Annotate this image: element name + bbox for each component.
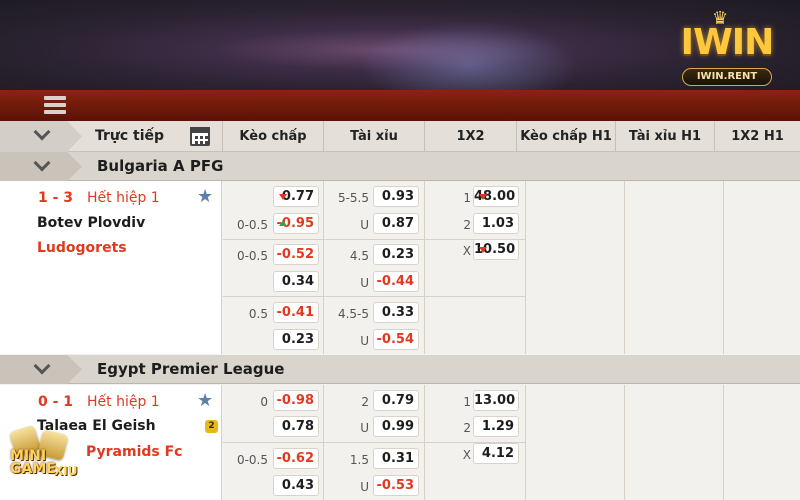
match-period: Hết hiệp 1: [87, 394, 160, 410]
league-bar-egypt[interactable]: Egypt Premier League: [0, 355, 800, 384]
1x2-odds[interactable]: 48.00: [473, 186, 519, 207]
hamburger-menu-icon[interactable]: [44, 95, 66, 115]
calendar-icon[interactable]: [190, 127, 210, 146]
iwin-logo[interactable]: ♛ IWIN IWIN.RENT: [668, 8, 786, 88]
total-line: U: [360, 480, 369, 494]
odds-down-icon: [479, 194, 487, 200]
total-line: U: [360, 218, 369, 232]
1x2-label: X: [462, 244, 471, 258]
match-score: 1 - 3: [38, 190, 74, 206]
total-odds[interactable]: 0.87: [373, 213, 419, 234]
1x2-label: 2: [463, 421, 471, 435]
1x2-odds[interactable]: 1.29: [473, 416, 519, 437]
total-odds[interactable]: -0.53: [373, 475, 419, 496]
chevron-down-icon: [33, 154, 51, 172]
banner-glow: [360, 20, 580, 90]
1x2-odds[interactable]: 1.03: [473, 213, 519, 234]
total-line: 5-5.5: [337, 191, 369, 205]
favorite-star-icon[interactable]: ★: [197, 186, 213, 207]
1x2-label: X: [462, 448, 471, 462]
odds-up-icon: [279, 220, 287, 226]
away-team: Pyramids Fc: [86, 444, 183, 460]
total-odds[interactable]: 0.93: [373, 186, 419, 207]
league-bar-bulgaria[interactable]: Bulgaria A PFG: [0, 152, 800, 181]
handicap-odds[interactable]: 0.43: [273, 475, 319, 496]
chevron-down-icon: [33, 123, 51, 141]
chevron-down-icon: [33, 357, 51, 375]
1x2-odds[interactable]: 13.00: [473, 390, 519, 411]
1x2-label: 1: [463, 191, 471, 205]
total-line: U: [360, 276, 369, 290]
handicap-line: 0.5: [248, 307, 268, 321]
handicap-odds[interactable]: 0.23: [273, 329, 319, 350]
favorite-star-icon[interactable]: ★: [197, 390, 213, 411]
col-header-over-under-h1: Tài xỉu H1: [615, 121, 714, 152]
menu-bar: [0, 90, 800, 121]
total-line: U: [360, 421, 369, 435]
top-banner: ♛ IWIN IWIN.RENT: [0, 0, 800, 90]
col-header-1x2-h1: 1X2 H1: [714, 121, 800, 152]
handicap-odds[interactable]: -0.98: [273, 390, 319, 411]
total-odds[interactable]: -0.54: [373, 329, 419, 350]
handicap-odds[interactable]: -0.52: [273, 244, 319, 265]
league-name: Egypt Premier League: [97, 360, 285, 378]
total-line: 4.5-5: [337, 307, 369, 321]
home-team: Botev Plovdiv: [37, 215, 146, 231]
total-odds[interactable]: 0.79: [373, 390, 419, 411]
total-line: 4.5: [349, 249, 369, 263]
away-team: Ludogorets: [37, 240, 127, 256]
handicap-odds[interactable]: -0.62: [273, 448, 319, 469]
1x2-odds[interactable]: 4.12: [473, 443, 519, 464]
minigame-sublabel: XIU: [54, 464, 78, 478]
handicap-line: 0-0.5: [236, 218, 268, 232]
league-collapse-button[interactable]: [0, 152, 82, 181]
1x2-label: 1: [463, 395, 471, 409]
live-tab[interactable]: Trực tiếp: [95, 121, 164, 152]
col-header-handicap-h1: Kèo chấp H1: [516, 121, 615, 152]
handicap-line: 0: [260, 395, 268, 409]
handicap-odds[interactable]: -0.95: [273, 213, 319, 234]
minigame-label: MINI GAME: [10, 448, 56, 477]
handicap-odds[interactable]: 0.78: [273, 416, 319, 437]
match-info-botev-ludogorets[interactable]: 1 - 3 Hết hiệp 1 ★ Botev Plovdiv Ludogor…: [0, 181, 222, 354]
logo-text: IWIN: [680, 22, 775, 63]
col-header-1x2: 1X2: [424, 121, 516, 152]
total-odds[interactable]: 0.99: [373, 416, 419, 437]
handicap-odds[interactable]: -0.41: [273, 302, 319, 323]
logo-domain: IWIN.RENT: [682, 68, 772, 86]
collapse-all-button[interactable]: [0, 121, 82, 152]
match-period: Hết hiệp 1: [87, 190, 160, 206]
odds-grid-match-2: 0 -0.98 0.78 0-0.5 -0.62 0.43 2 0.79 U 0…: [223, 385, 800, 500]
1x2-label: 2: [463, 218, 471, 232]
handicap-odds[interactable]: 0.77: [273, 186, 319, 207]
league-collapse-button[interactable]: [0, 355, 82, 384]
col-header-over-under: Tài xỉu: [323, 121, 424, 152]
total-odds[interactable]: 0.33: [373, 302, 419, 323]
total-line: 1.5: [349, 453, 369, 467]
total-odds[interactable]: 0.23: [373, 244, 419, 265]
league-name: Bulgaria A PFG: [97, 157, 224, 175]
total-line: 2: [361, 395, 369, 409]
handicap-line: 0-0.5: [236, 453, 268, 467]
match-score: 0 - 1: [38, 394, 74, 410]
col-header-handicap: Kèo chấp: [222, 121, 323, 152]
red-card-badge: 2: [205, 420, 218, 433]
handicap-line: 0-0.5: [236, 249, 268, 263]
odds-header: Trực tiếp Kèo chấp Tài xỉu 1X2 Kèo chấp …: [0, 121, 800, 152]
total-line: U: [360, 334, 369, 348]
total-odds[interactable]: -0.44: [373, 271, 419, 292]
odds-down-icon: [479, 247, 487, 253]
odds-grid-match-1: 0.77 0-0.5 -0.95 0-0.5 -0.52 0.34 0.5 -0…: [223, 181, 800, 354]
handicap-odds[interactable]: 0.34: [273, 271, 319, 292]
minigame-button[interactable]: MINI GAME XIU: [6, 424, 82, 490]
1x2-odds[interactable]: 10.50: [473, 239, 519, 260]
total-odds[interactable]: 0.31: [373, 448, 419, 469]
odds-down-icon: [279, 194, 287, 200]
